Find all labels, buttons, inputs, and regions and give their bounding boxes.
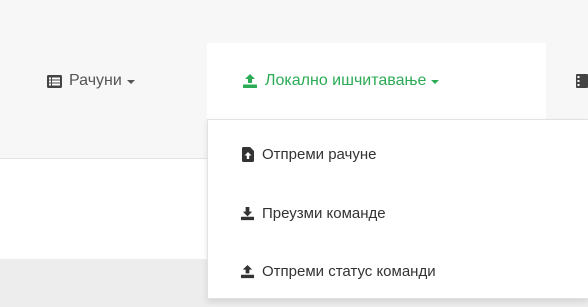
nav-accounts-dropdown[interactable]: Рачуни [46,43,196,119]
upload-icon [240,263,255,279]
nav-accounts-label: Рачуни [69,72,122,89]
dropdown-item-label: Отпреми статус команди [262,262,436,280]
download-icon [240,205,255,221]
film-icon [576,73,588,89]
dropdown-item-label: Отпреми рачуне [262,145,377,163]
local-reading-dropdown-menu: Отпреми рачуне Преузми команде Отпреми с… [207,119,588,299]
dropdown-item-label: Преузми команде [262,204,386,222]
list-icon [46,73,62,89]
upload-icon [242,73,258,89]
nav-local-reading-label: Локално ишчитавање [265,72,427,89]
dropdown-item-upload-command-status[interactable]: Отпреми статус команди [240,261,436,281]
file-upload-icon [240,146,255,162]
nav-next-item[interactable] [576,43,588,119]
chevron-down-icon [431,80,440,84]
nav-local-reading-dropdown[interactable]: Локално ишчитавање [207,43,546,119]
dropdown-item-upload-accounts[interactable]: Отпреми рачуне [240,144,377,164]
dropdown-item-download-commands[interactable]: Преузми команде [240,203,386,223]
chevron-down-icon [126,80,135,84]
